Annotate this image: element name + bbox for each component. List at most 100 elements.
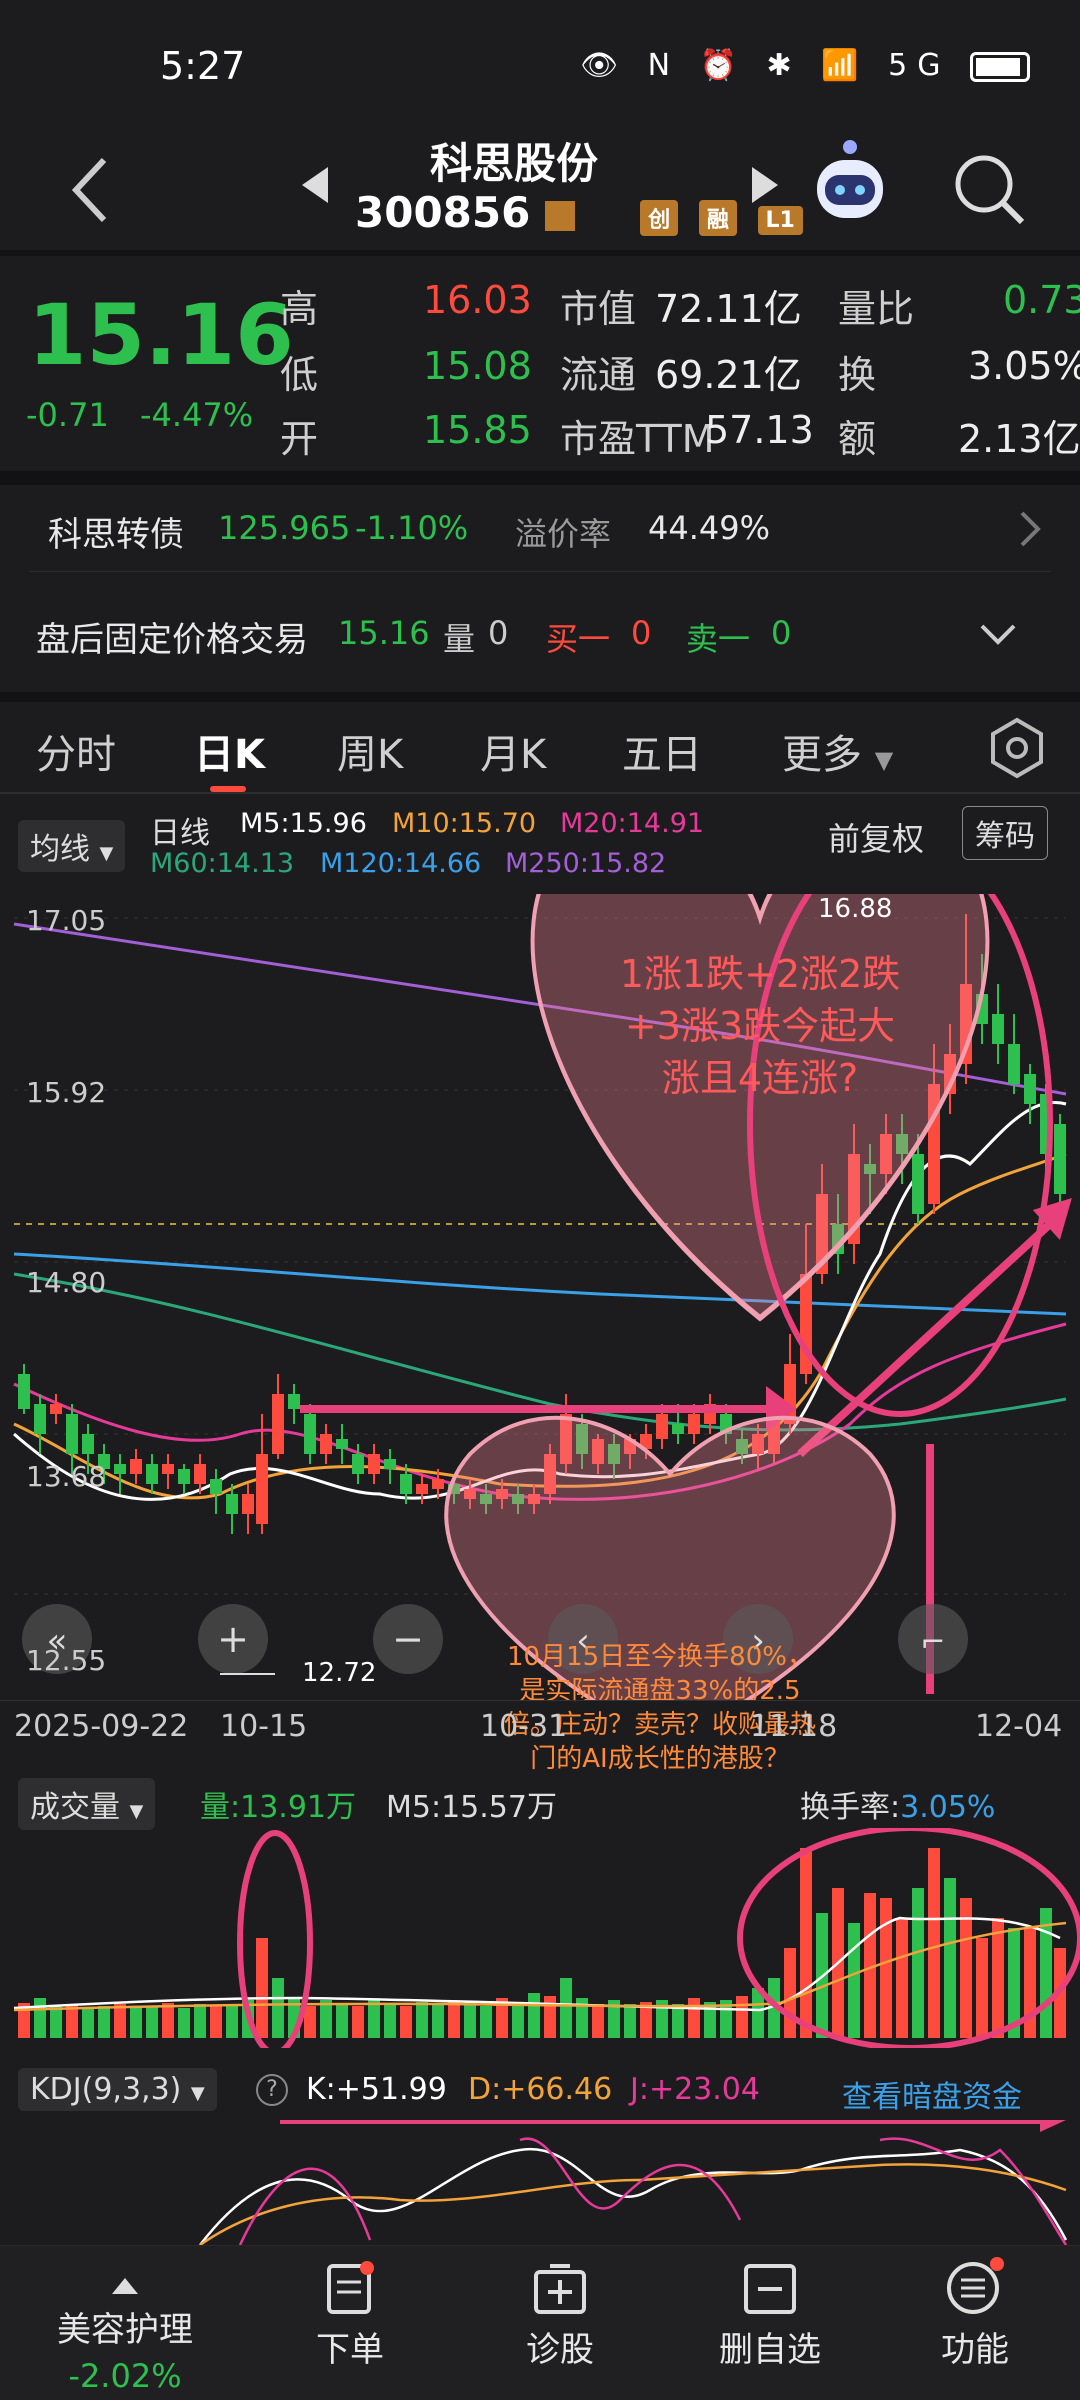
- volume-bar: [800, 1848, 812, 2038]
- buy1-label: 买一: [546, 620, 611, 658]
- candle-body: [368, 1454, 380, 1474]
- tab-more[interactable]: 更多 ▼: [782, 722, 893, 780]
- tab-intraday[interactable]: 分时: [36, 722, 116, 780]
- candle-body: [1054, 1124, 1066, 1194]
- high-label: 高: [280, 287, 319, 331]
- search-icon[interactable]: [950, 150, 1030, 230]
- y-tick-5: 12.55: [26, 1644, 107, 1677]
- functions-button[interactable]: 功能: [885, 2246, 1065, 2371]
- kdj-d: D:+66.46: [468, 2072, 613, 2107]
- tab-daily-k[interactable]: 日K: [194, 722, 265, 780]
- candle-body: [320, 1434, 332, 1454]
- chart-header: 均线 ▼ 日线 M5:15.96 M10:15.70 M20:14.91 M60…: [0, 794, 1080, 894]
- candle-body: [146, 1464, 158, 1484]
- period-tabs: 分时 日K 周K 月K 五日 更多 ▼: [0, 702, 1080, 792]
- candle-body: [256, 1454, 268, 1524]
- functions-label: 功能: [941, 2330, 1009, 2370]
- premium-value: 44.49%: [648, 509, 771, 547]
- tag-l1: L1: [757, 206, 803, 235]
- turnover-rate: 换手率:3.05%: [800, 1782, 995, 1826]
- volume-bar: [944, 1878, 956, 2038]
- triangle-down-icon: ▼: [874, 746, 894, 774]
- low-label: 低: [280, 353, 319, 397]
- dropdown-icon: ▼: [129, 1801, 144, 1822]
- sector-button[interactable]: 美容护理 -2.02%: [35, 2246, 215, 2395]
- tab-monthly-k[interactable]: 月K: [480, 722, 546, 780]
- high-marker: 16.88: [818, 894, 893, 924]
- prev-stock-icon[interactable]: [300, 165, 330, 205]
- tab-five-day[interactable]: 五日: [622, 722, 702, 780]
- candle-body: [66, 1414, 78, 1454]
- volume-chart[interactable]: [0, 1828, 1080, 2048]
- sell1-label: 卖一: [686, 620, 751, 658]
- candle-body: [432, 1479, 444, 1489]
- volume-bar: [178, 2008, 190, 2038]
- candle-body: [336, 1439, 348, 1449]
- volume-select[interactable]: 成交量 ▼: [18, 1778, 156, 1830]
- volume-bar: [528, 1993, 540, 2038]
- low-marker: 12.72: [302, 1658, 377, 1688]
- last-price: 15.16: [28, 286, 294, 384]
- kdj-k: K:+51.99: [306, 2072, 447, 2107]
- ma-select[interactable]: 均线 ▼: [18, 820, 126, 872]
- volume-bar: [114, 2004, 126, 2038]
- diagnose-label: 诊股: [526, 2330, 594, 2370]
- dropdown-icon: ▼: [99, 843, 114, 864]
- kdj-select[interactable]: KDJ(9,3,3) ▼: [18, 2068, 217, 2111]
- price-change-pct: -4.47%: [140, 396, 254, 434]
- volume-bar: [560, 1978, 572, 2038]
- remove-watchlist-label: 删自选: [719, 2330, 821, 2370]
- status-bar: 5:27 👁 N ⏰ ✱ 📶 5G: [0, 0, 1080, 130]
- volume-bar: [848, 1923, 860, 2038]
- pe-value: 57.13: [705, 408, 814, 452]
- convertible-bond-row[interactable]: 科思转债 125.965 -1.10% 溢价率 44.49%: [0, 485, 1080, 571]
- hk-connect-icon: [544, 200, 575, 231]
- candle-body: [1008, 1044, 1020, 1084]
- back-icon[interactable]: [70, 155, 110, 225]
- kdj-j: J:+23.04: [630, 2072, 760, 2107]
- tab-weekly-k[interactable]: 周K: [337, 722, 403, 780]
- ma120-label: M120:14.66: [320, 848, 482, 879]
- date-tick-2: 10-15: [220, 1709, 308, 1744]
- quote-panel: 15.16 -0.71 -4.47% 高 16.03 市值 72.11亿 量比 …: [0, 256, 1080, 471]
- kline-chart[interactable]: « + − ‹ › ⌐: [0, 894, 1080, 1700]
- adjust-label[interactable]: 前复权: [828, 814, 924, 860]
- volume-bar: [194, 2004, 206, 2038]
- candle-body: [400, 1474, 412, 1494]
- fullscreen-icon[interactable]: ⌐: [920, 1625, 945, 1660]
- sector-label: 美容护理: [57, 2310, 193, 2350]
- volume-bar: [688, 1998, 700, 2038]
- sector-change: -2.02%: [68, 2357, 182, 2395]
- help-icon[interactable]: ?: [256, 2074, 288, 2106]
- vol-ratio-label: 量比: [838, 287, 915, 331]
- robot-assistant-icon[interactable]: [805, 135, 895, 230]
- kdj-select-label: KDJ(9,3,3): [30, 2072, 182, 2107]
- remove-watchlist-button[interactable]: 删自选: [680, 2246, 860, 2371]
- candle-body: [178, 1469, 190, 1484]
- settings-hexagon-icon[interactable]: [985, 716, 1049, 780]
- zoom-out-icon[interactable]: −: [392, 1617, 424, 1661]
- volume-bar: [210, 2006, 222, 2038]
- triangle-up-icon: [112, 2278, 138, 2294]
- y-tick-1: 17.05: [26, 904, 107, 937]
- pe-label: 市盈TTM: [560, 417, 715, 461]
- zoom-in-icon[interactable]: +: [217, 1617, 249, 1661]
- stock-code-text: 300856: [355, 188, 531, 237]
- price-change: -0.71: [26, 396, 109, 434]
- chevron-down-icon[interactable]: [978, 622, 1018, 646]
- dark-pool-link[interactable]: 查看暗盘资金: [842, 2072, 1022, 2116]
- open-label: 开: [280, 417, 319, 461]
- after-hours-row[interactable]: 盘后固定价格交易 15.16 量 0 买一 0 卖一 0: [0, 572, 1080, 692]
- chips-button[interactable]: 筹码: [962, 806, 1048, 860]
- next-stock-icon[interactable]: [750, 165, 780, 205]
- candle-body: [304, 1414, 316, 1454]
- bottom-toolbar: 美容护理 -2.02% 下单 诊股 删自选 功能: [0, 2245, 1080, 2400]
- ma60-label: M60:14.13: [150, 848, 295, 879]
- volume-bar: [400, 2006, 412, 2038]
- volume-bar: [624, 2004, 636, 2038]
- order-button[interactable]: 下单: [260, 2246, 440, 2371]
- volume-bar: [544, 1996, 556, 2038]
- volume-bar: [226, 2004, 238, 2038]
- status-time: 5:27: [160, 44, 246, 88]
- diagnose-button[interactable]: 诊股: [470, 2246, 650, 2371]
